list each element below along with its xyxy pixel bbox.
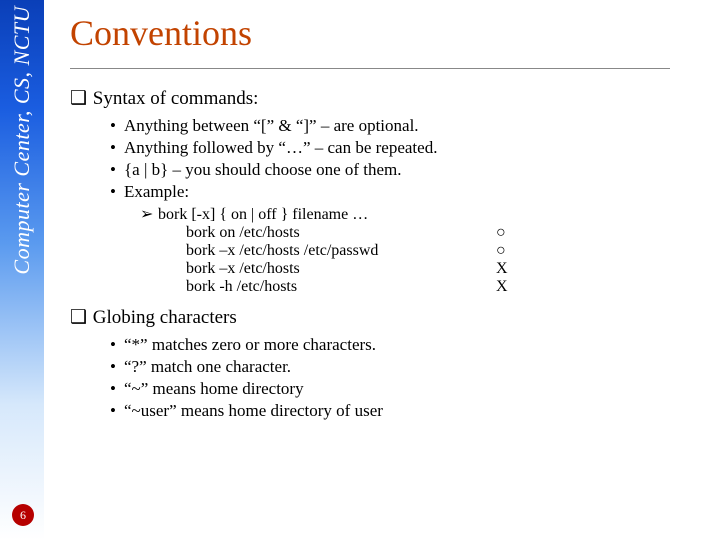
section-globing: ❑ Globing characters •“*” matches zero o… [70,306,720,421]
example-cmd: bork –x /etc/hosts /etc/passwd [186,242,496,260]
list-item: •“~” means home directory [110,379,720,399]
bullet-text: Example: [124,182,189,201]
example-rows: bork on /etc/hosts○ bork –x /etc/hosts /… [186,224,720,296]
section-syntax: ❑ Syntax of commands: •Anything between … [70,87,720,296]
list-item: •Anything followed by “…” – can be repea… [110,138,720,158]
bullet-icon: • [110,160,124,180]
list-item: •“*” matches zero or more characters. [110,335,720,355]
bullet-text: {a | b} – you should choose one of them. [124,160,402,179]
bullet-icon: • [110,357,124,377]
example-row: bork –x /etc/hostsX [186,260,720,278]
bullet-list: •“*” matches zero or more characters. •“… [110,335,720,421]
page-number: 6 [20,508,26,523]
page-title: Conventions [62,0,720,62]
bullet-icon: • [110,335,124,355]
list-item: •Anything between “[” & “]” – are option… [110,116,720,136]
example-mark: ○ [496,224,536,242]
list-item: •{a | b} – you should choose one of them… [110,160,720,180]
bullet-icon: • [110,116,124,136]
bullet-text: “~user” means home directory of user [124,401,383,420]
example-template: ➢bork [-x] { on | off } filename … [140,204,720,224]
example-row: bork –x /etc/hosts /etc/passwd○ [186,242,720,260]
example-cmd: bork on /etc/hosts [186,224,496,242]
heading-text: Globing characters [93,307,237,328]
example-mark: X [496,278,536,296]
content-area: Conventions ❑ Syntax of commands: •Anyth… [62,0,720,540]
checkbox-icon: ❑ [70,306,88,329]
section-heading: ❑ Globing characters [70,306,720,329]
bullet-text: “?” match one character. [124,357,291,376]
heading-text: Syntax of commands: [93,88,259,109]
checkbox-icon: ❑ [70,87,88,110]
title-rule [70,68,670,69]
example-mark: ○ [496,242,536,260]
bullet-list: •Anything between “[” & “]” – are option… [110,116,720,202]
example-mark: X [496,260,536,278]
example-cmd: bork –x /etc/hosts [186,260,496,278]
sidebar-gradient: Computer Center, CS, NCTU [0,0,44,540]
bullet-icon: • [110,138,124,158]
bullet-icon: • [110,182,124,202]
bullet-icon: • [110,401,124,421]
bullet-text: Anything between “[” & “]” – are optiona… [124,116,419,135]
sidebar-label: Computer Center, CS, NCTU [9,6,35,275]
list-item: •“~user” means home directory of user [110,401,720,421]
bullet-icon: • [110,379,124,399]
bullet-text: “*” matches zero or more characters. [124,335,376,354]
slide: Computer Center, CS, NCTU 6 Conventions … [0,0,720,540]
example-syntax: bork [-x] { on | off } filename … [158,206,368,223]
list-item: •“?” match one character. [110,357,720,377]
triangle-icon: ➢ [140,204,158,224]
bullet-text: Anything followed by “…” – can be repeat… [124,138,437,157]
section-heading: ❑ Syntax of commands: [70,87,720,110]
example-row: bork -h /etc/hostsX [186,278,720,296]
page-number-badge: 6 [12,504,34,526]
example-row: bork on /etc/hosts○ [186,224,720,242]
example-cmd: bork -h /etc/hosts [186,278,496,296]
list-item: •Example: [110,182,720,202]
bullet-text: “~” means home directory [124,379,304,398]
